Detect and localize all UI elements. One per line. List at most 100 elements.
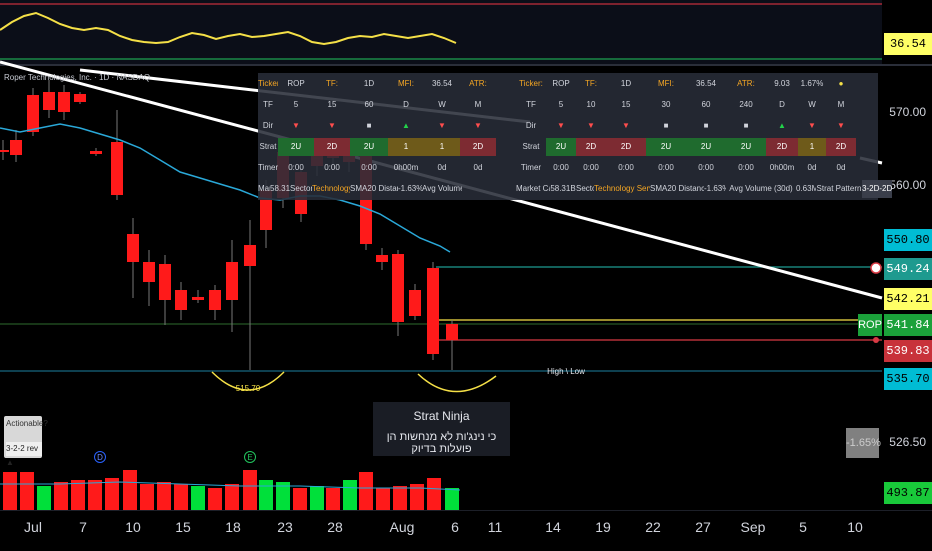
dashboard-right-cell: 0:00 [658,163,674,172]
dashboard-left-cell: ▼ [292,121,300,130]
candle-body [90,151,102,154]
actionable-box[interactable]: Actionable? 3-2-2 rev ▲ [4,416,48,467]
dashboard-right-cell: 5 [558,100,564,109]
dashboard-left-cell: ▼ [474,121,482,130]
time-axis[interactable]: Jul 7 10 15 18 23 28 Aug 6 11 14 19 22 27 Sep 5 10 [0,510,932,551]
dashboard-right-cell: 2U [726,138,766,156]
candle [159,255,171,325]
price-label-542: 542.21 [884,288,932,310]
candle [43,80,55,118]
candle [446,320,458,370]
dashboard-right-cell: 60 [701,100,711,109]
dashboard-right-cell: ■ [663,121,669,130]
mfi-value-label: 36.54 [884,33,932,55]
dashboard-right-cell: 2U [686,138,726,156]
dashboard-right-cell: D [779,100,785,109]
candle-body [392,254,404,322]
dashboard-left-cell: M [474,100,482,109]
earnings-marker-text: E [247,453,252,462]
volume-bar [54,482,68,510]
dashboard-right-cell: Sector [576,184,594,193]
dashboard-left-cell: 2U [278,138,314,156]
dashboard-right-cell: 0:00 [698,163,714,172]
volume-bar [157,482,171,510]
x-axis-label: 6 [451,519,459,535]
candle-body [446,324,458,340]
candle [392,250,404,336]
dashboard-right-cell: 0:00 [738,163,754,172]
volume-bar [88,480,102,510]
dashboard-right-cell: ▲ [778,121,786,130]
candle [58,85,70,120]
dashboard-right-cell: Technology Services [594,184,650,193]
x-axis-label: 11 [487,519,503,535]
dashboard-right-cell: 9.03 [774,79,790,88]
dashboard-left-cell: ROP [287,79,305,88]
pivot-arc-right [417,373,497,393]
candle-body [427,268,439,354]
alert-icon[interactable] [870,262,882,274]
candle [409,284,421,320]
dashboard-left-cell: -1.63% [398,184,422,193]
candle-body [192,297,204,300]
volume-bar [20,472,34,510]
candle-body [226,262,238,300]
volume-bar [259,480,273,510]
candle-body [27,95,39,132]
dashboard-left-cell: Ticker: [258,79,278,88]
x-axis-label: 10 [125,519,141,535]
volume-bar [393,486,407,510]
hilo-label: High \ Low [547,367,585,376]
price-label-550: 550.80 [884,229,932,251]
dashboard-right-cell: ATR: [737,79,755,88]
dashboard-left-cell: D [403,100,409,109]
candle [74,92,86,104]
dashboard-right-cell: 2U [546,138,576,156]
dashboard-right-cell: 30 [661,100,671,109]
dashboard-right-cell: ■ [703,121,709,130]
price-label-539: 539.83 [884,340,932,362]
volume-bar [225,484,239,510]
dashboard-row-4: Strat 2U 2D 2U 1 1 2D Strat 2U 2D 2D 2U 2U 2U 2D 1 2D [258,138,878,156]
dashboard-right-cell: 10 [586,100,596,109]
dashboard-right-cell: 1 [798,138,826,156]
dashboard-left-cell: ▲ [402,121,410,130]
dashboard-left-cell: W [438,100,446,109]
dashboard-left-cell: 58.31B [270,184,290,193]
candle-body [0,150,9,152]
price-tick-526: 526.50 [889,435,926,449]
dashboard-right-cell: M [837,100,845,109]
candle-body [58,92,70,112]
dashboard-left-cell: TF [263,100,273,109]
dashboard-left-cell: 0d [437,163,447,172]
dashboard-left-cell: 0h00m [393,163,419,172]
percent-box: -1.65% [846,428,881,458]
dashboard-right-cell: ▼ [808,121,816,130]
x-axis-label: 14 [545,519,561,535]
x-axis-label: 23 [277,519,293,535]
dashboard-right-cell: SMA20 Distance [650,184,704,193]
actionable-title: Actionable? [6,419,48,428]
order-dot-icon [873,337,879,343]
chart-title[interactable]: Roper Technologies, Inc. · 1D · NASDAQ [4,73,150,82]
candle [175,282,187,320]
dividend-marker-text: D [97,453,103,462]
dashboard-right-cell: ▼ [622,121,630,130]
x-axis-label: 5 [799,519,807,535]
candle-body [376,255,388,262]
dashboard-right-cell: 2D [576,138,606,156]
symbol-tag[interactable]: ROP [858,314,882,336]
price-label-535: 535.70 [884,368,932,390]
price-label-549: 549.24 [884,258,932,280]
x-axis-label: 22 [645,519,661,535]
dashboard-right-cell: 0.63M [796,184,816,193]
dashboard-right-cell: 2D [826,138,856,156]
price-label-541: 541.84 [884,314,932,336]
dashboard-left-cell: Dir [262,121,274,130]
dashboard-left-cell: 2U [350,138,388,156]
dashboard-left-cell: 5 [293,100,299,109]
dashboard-right-cell: Dir [525,121,537,130]
volume-bar [445,488,459,510]
candle [143,250,155,306]
candle-body [175,290,187,310]
